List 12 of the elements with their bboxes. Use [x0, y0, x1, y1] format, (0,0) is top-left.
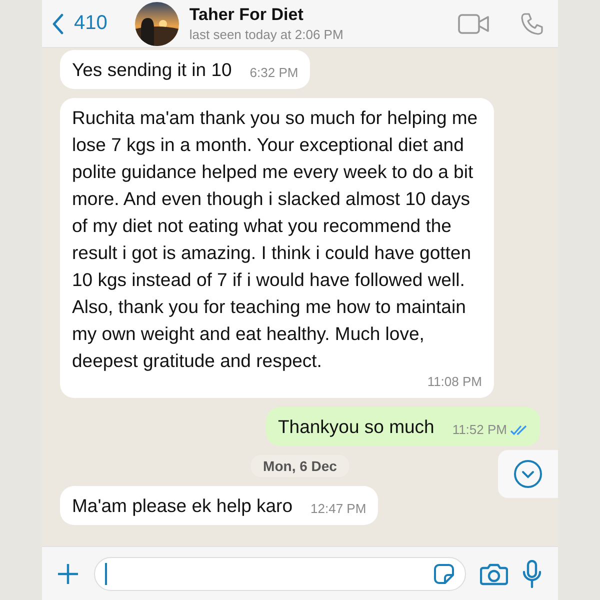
back-button[interactable]: 410	[52, 12, 108, 35]
message-time: 6:32 PM	[250, 65, 298, 81]
last-seen-status: last seen today at 2:06 PM	[189, 27, 344, 42]
message-text: Thankyou so much	[278, 415, 434, 439]
message-text: Ruchita ma'am thank you so much for helping me lose 7 kgs in a month. Your exceptional diet and polite guidance helped me every week to do a bit more. And even though i slacked almost 10 days of my diet not eating what you recommend the result i got is amazing. I think i could have gotten 10 kgs instead of 7 if i would have followed well. Also, thank you for teaching me how to maintain my own weight and eat healthy. Much love, deepest gratitude and respect.	[72, 106, 479, 373]
message-text: Yes sending it in 10	[72, 58, 232, 82]
date-separator: Mon, 6 Dec	[251, 455, 349, 477]
contact-name[interactable]: Taher For Diet	[189, 5, 432, 25]
message-time: 12:47 PM	[310, 501, 366, 517]
message-text: Ma'am please ek help karo	[72, 494, 293, 518]
message-time: 11:08 PM	[427, 374, 482, 390]
message-time: 11:52 PM	[452, 422, 507, 438]
